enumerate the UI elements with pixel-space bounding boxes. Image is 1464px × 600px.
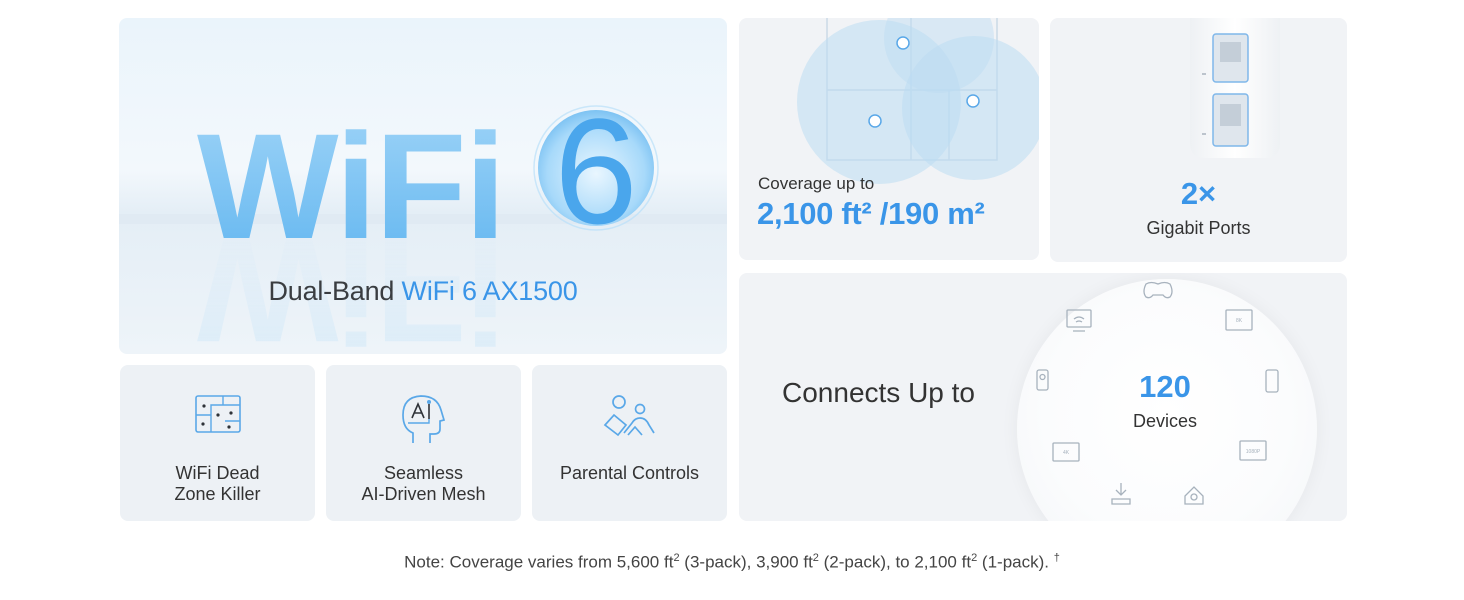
coverage-note: Note: Coverage varies from 5,600 ft2 (3-… [0,552,1464,573]
feature-label-line2: AI-Driven Mesh [361,484,486,504]
coverage-value: 2,100 ft² /190 m² [757,196,985,231]
note-text: Note: Coverage varies from 5,600 ft [404,552,674,572]
dead-zone-icon [194,395,241,433]
parental-controls-icon [603,395,655,437]
ai-mesh-icon [401,395,445,443]
six-numeral: 6 [554,87,637,255]
feature-ai-mesh: Seamless AI-Driven Mesh [326,365,521,521]
gamepad-icon [1143,281,1173,299]
feature-label-line1: Parental Controls [559,463,700,483]
note-dagger: † [1053,552,1060,564]
feature-label: WiFi Dead Zone Killer [120,463,315,505]
feature-label-line2: Zone Killer [174,484,261,504]
feature-label: Seamless AI-Driven Mesh [326,463,521,505]
ports-count: 2× [1180,176,1217,211]
feature-label: Parental Controls [532,463,727,484]
smart-home-icon [1184,486,1204,505]
hero-subtitle-plain: Dual-Band [268,276,402,306]
note-text: (1-pack). [977,552,1049,572]
feature-label-line1: Seamless [383,463,464,483]
coverage-label: Coverage up to [758,174,875,193]
phone-icon [1265,369,1279,393]
feature-dead-zone-killer: WiFi Dead Zone Killer [120,365,315,521]
feature-label-line1: WiFi Dead [175,463,260,483]
device-icons-ring: 8K 4K 1080P [1036,281,1279,505]
devices-label: Devices [1132,411,1198,431]
camera-icon [1036,369,1049,391]
ports-label: Gigabit Ports [1146,218,1251,238]
1080p-badge: 1080P [1246,449,1261,455]
hero-subtitle-accent: WiFi 6 AX1500 [401,276,578,306]
hero-subtitle: Dual-Band WiFi 6 AX1500 [119,276,727,307]
connected-devices-card: Connects Up to 8K 4K 1080P 120 Devices [739,273,1347,521]
wifi6-hero-card: WiFi WiFi 6 Dual-Band WiFi 6 AX1500 [119,18,727,354]
coverage-card: Coverage up to 2,100 ft² /190 m² [739,18,1039,260]
wifi-tv-icon [1066,309,1092,332]
feature-parental-controls: Parental Controls [532,365,727,521]
note-text: (3-pack), 3,900 ft [679,552,813,572]
8k-badge: 8K [1236,318,1243,324]
devices-count: 120 [1139,369,1191,404]
download-icon [1111,483,1131,505]
gigabit-ports-card: 2× Gigabit Ports [1050,18,1347,262]
4k-badge: 4K [1063,450,1070,456]
note-text: (2-pack), to 2,100 ft [818,552,972,572]
